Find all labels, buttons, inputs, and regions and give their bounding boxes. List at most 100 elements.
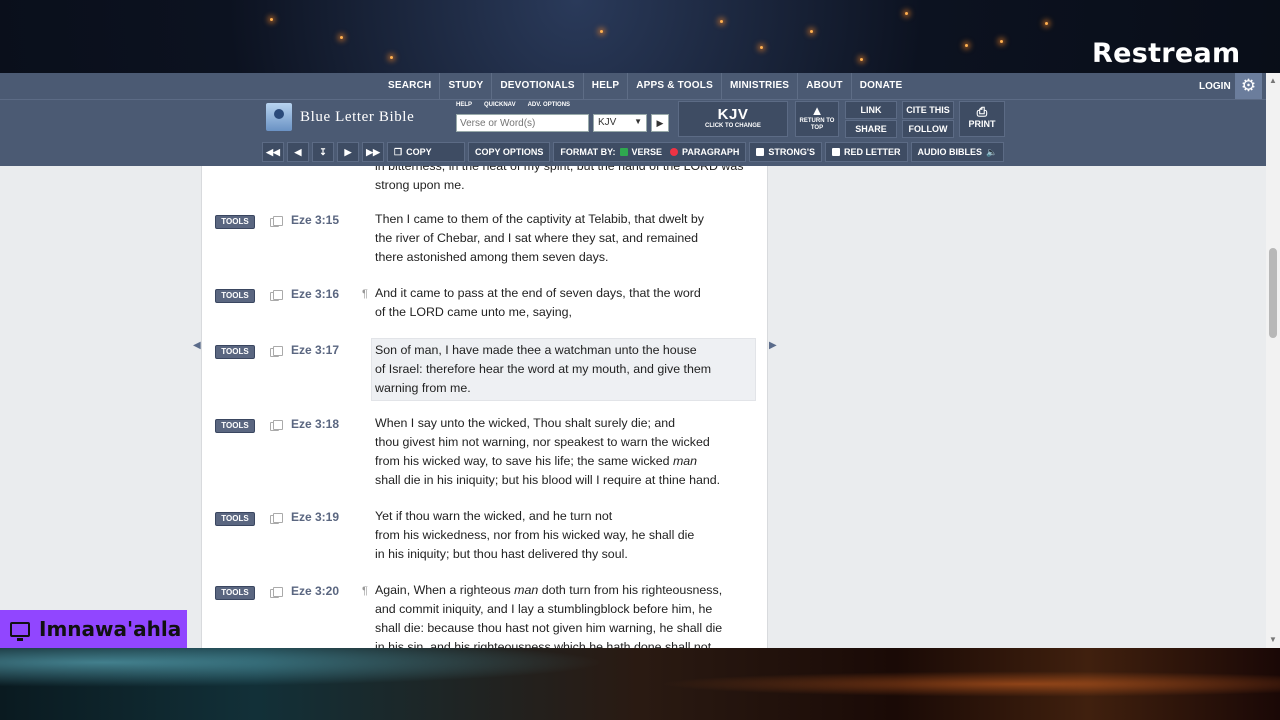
nav-ministries[interactable]: MINISTRIES [722,73,799,99]
tools-button[interactable]: TOOLS [215,345,255,359]
verse-line: there astonished among them seven days. [375,250,609,264]
copy-button[interactable]: ❐ COPY [387,142,465,162]
streamer-name-tag: Imnawa'ahla [0,610,187,648]
verse-text: Then I came to them of the captivity at … [375,210,755,267]
next-chapter-icon[interactable]: ▶ [337,142,359,162]
nav-donate[interactable]: DONATE [852,73,911,99]
verse-search-input[interactable] [456,114,589,132]
scrollbar[interactable]: ▲ ▼ [1266,73,1280,648]
copy-verse-icon[interactable] [270,290,283,301]
right-panel-toggle-icon[interactable]: ▶ [769,340,777,354]
verse-line: of Israel: therefore hear the word at my… [375,362,712,376]
paragraph-mark-icon: ¶ [362,585,368,597]
verse-line: from his wickedness, nor from his wicked… [375,528,695,542]
scroll-down-icon[interactable]: ▼ [1269,635,1277,644]
copy-label: COPY [406,147,432,157]
verse-text: And it came to pass at the end of seven … [375,284,755,322]
verse-line: shall die in his iniquity; but his blood… [375,473,721,487]
top-nav: SEARCH STUDY DEVOTIONALS HELP APPS & TOO… [0,73,1280,99]
bible-text-panel: in bitterness, in the heat of my spirit;… [201,166,768,648]
share-button[interactable]: SHARE [845,120,897,138]
verse-reference[interactable]: Eze 3:16 [291,287,339,301]
nav-about[interactable]: ABOUT [798,73,852,99]
copy-verse-icon[interactable] [270,346,283,357]
audio-bibles-button[interactable]: AUDIO BIBLES 🔈 [910,142,1005,162]
red-letter-toggle[interactable]: RED LETTER [825,142,908,162]
help-mini-link[interactable]: HELP [456,102,472,108]
copy-verse-icon[interactable] [270,216,283,227]
return-to-top-label: RETURN TO TOP [799,118,835,131]
nav-devotionals[interactable]: DEVOTIONALS [492,73,584,99]
follow-button[interactable]: FOLLOW [902,120,954,138]
verse-text: When I say unto the wicked, Thou shalt s… [375,414,755,490]
print-label: PRINT [968,119,996,129]
version-change-button[interactable]: KJV CLICK TO CHANGE [678,101,788,137]
format-by-label: FORMAT BY: [560,147,616,157]
scroll-thumb[interactable] [1269,248,1277,338]
nav-apps-tools[interactable]: APPS & TOOLS [628,73,722,99]
verse-reference[interactable]: Eze 3:20 [291,584,339,598]
paragraph-radio[interactable] [670,148,679,156]
tools-button[interactable]: TOOLS [215,512,255,526]
logo-text: Blue Letter Bible [300,108,415,125]
cite-button[interactable]: CITE THIS [902,101,954,119]
prev-chapter-icon[interactable]: ◀ [287,142,309,162]
caret-down-icon: ▼ [634,117,642,126]
tools-button[interactable]: TOOLS [215,419,255,433]
verse-label[interactable]: VERSE [632,147,663,157]
copy-verse-icon[interactable] [270,587,283,598]
paragraph-label[interactable]: PARAGRAPH [682,147,739,157]
speaker-icon: 🔈 [986,146,998,157]
audio-bibles-label: AUDIO BIBLES [917,147,983,157]
tools-button[interactable]: TOOLS [215,586,255,600]
search-go-button[interactable]: ▶ [651,114,669,132]
copy-verse-icon[interactable] [270,513,283,524]
tools-button[interactable]: TOOLS [215,215,255,229]
verse-reference[interactable]: Eze 3:18 [291,417,339,431]
streamer-name: Imnawa'ahla [39,617,182,641]
tools-button[interactable]: TOOLS [215,289,255,303]
verse-line: the river of Chebar, and I sat where the… [375,231,699,245]
adv-options-link[interactable]: ADV. OPTIONS [528,102,570,108]
browser-viewport: SEARCH STUDY DEVOTIONALS HELP APPS & TOO… [0,73,1280,648]
verse-line: thou givest him not warning, nor speakes… [375,435,710,449]
verse-line: and commit iniquity, and I lay a stumbli… [375,602,713,616]
verse-text: Again, When a righteous man doth turn fr… [375,581,755,648]
copy-verse-icon[interactable] [270,420,283,431]
login-link[interactable]: LOGIN [1199,81,1231,92]
nav-study[interactable]: STUDY [440,73,493,99]
return-to-top-button[interactable]: ▲ RETURN TO TOP [795,101,839,137]
version-select[interactable]: KJV ▼ [593,114,647,132]
last-chapter-icon[interactable]: ▶▶ [362,142,384,162]
restream-logo: Restream [1092,38,1241,69]
print-button[interactable]: ⎙ PRINT [959,101,1005,137]
copy-options-button[interactable]: COPY OPTIONS [468,142,551,162]
verse-text: Yet if thou warn the wicked, and he turn… [375,507,755,564]
monitor-icon [10,621,30,641]
chapter-jump-icon[interactable]: ↧ [312,142,334,162]
nav-search[interactable]: SEARCH [380,73,441,99]
verse-reference[interactable]: Eze 3:19 [291,510,339,524]
first-chapter-icon[interactable]: ◀◀ [262,142,284,162]
red-letter-checkbox[interactable] [832,148,841,156]
verse-line: in his sin, and his righteousness which … [375,640,712,648]
copy-icon: ❐ [394,146,403,157]
quicknav-link[interactable]: QUICKNAV [484,102,516,108]
verse-reference[interactable]: Eze 3:17 [291,343,339,357]
scroll-up-icon[interactable]: ▲ [1269,76,1277,85]
options-bar: ◀◀ ◀ ↧ ▶ ▶▶ ❐ COPY COPY OPTIONS FORMAT B… [262,142,1005,162]
gear-icon[interactable]: ⚙ [1235,73,1262,99]
strongs-toggle[interactable]: STRONG'S [749,142,823,162]
link-button[interactable]: LINK [845,101,897,119]
book-icon [266,103,292,131]
version-label: KJV [717,106,749,123]
verse-line: Yet if thou warn the wicked, and he turn… [375,509,613,523]
nav-help[interactable]: HELP [584,73,629,99]
verse-line: And it came to pass at the end of seven … [375,286,701,300]
verse-reference[interactable]: Eze 3:15 [291,213,339,227]
site-logo[interactable]: Blue Letter Bible [266,103,414,131]
left-panel-toggle-icon[interactable]: ◀ [193,340,201,354]
strongs-label: STRONG'S [768,147,816,157]
strongs-checkbox[interactable] [756,148,765,156]
verse-checkbox[interactable] [619,148,628,156]
